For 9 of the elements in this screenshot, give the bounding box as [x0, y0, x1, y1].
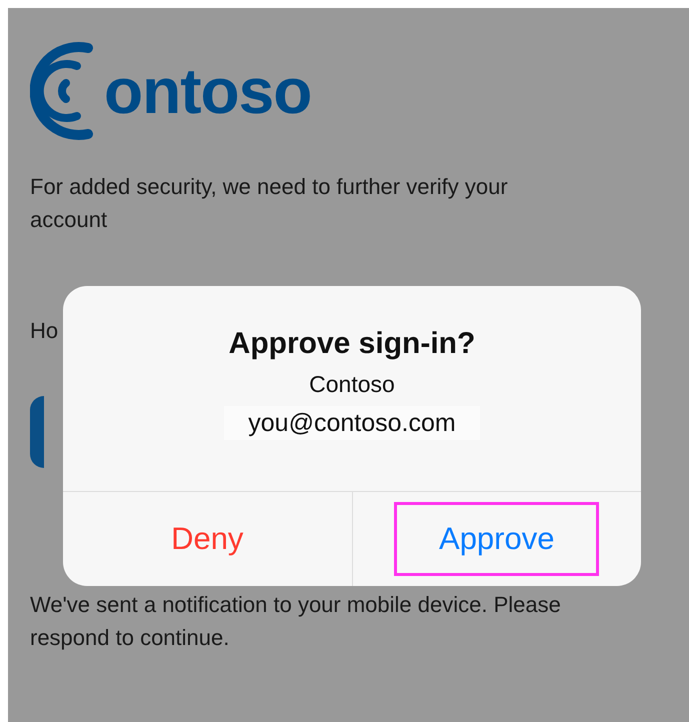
- approve-button[interactable]: Approve: [394, 502, 600, 576]
- dialog-title: Approve sign-in?: [228, 326, 476, 362]
- logo-text: ontoso: [104, 59, 312, 123]
- intro-text: For added security, we need to further verify your account: [30, 173, 509, 234]
- footer-text: We've sent a notification to your mobile device. Please respond to continue.: [30, 591, 562, 652]
- partial-label: Ho: [30, 317, 58, 345]
- deny-button[interactable]: Deny: [126, 502, 288, 576]
- account-email: you@contoso.com: [224, 406, 480, 440]
- organization-name: Contoso: [309, 370, 395, 398]
